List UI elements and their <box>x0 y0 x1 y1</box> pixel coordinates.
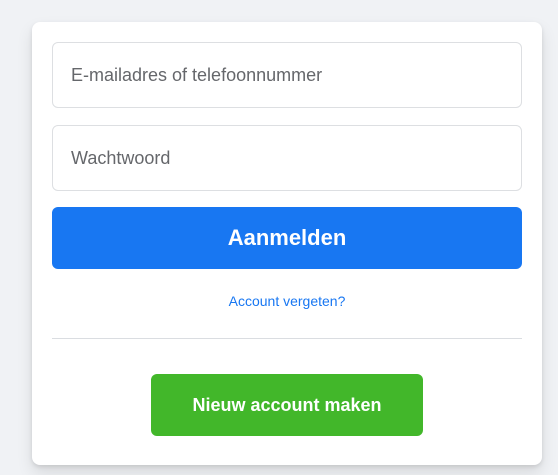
login-card: Aanmelden Account vergeten? Nieuw accoun… <box>32 22 542 465</box>
password-input[interactable] <box>52 125 522 191</box>
login-button[interactable]: Aanmelden <box>52 207 522 269</box>
create-account-button[interactable]: Nieuw account maken <box>151 374 423 436</box>
email-or-phone-input[interactable] <box>52 42 522 108</box>
forgot-account-link[interactable]: Account vergeten? <box>32 293 542 309</box>
divider <box>52 338 522 339</box>
